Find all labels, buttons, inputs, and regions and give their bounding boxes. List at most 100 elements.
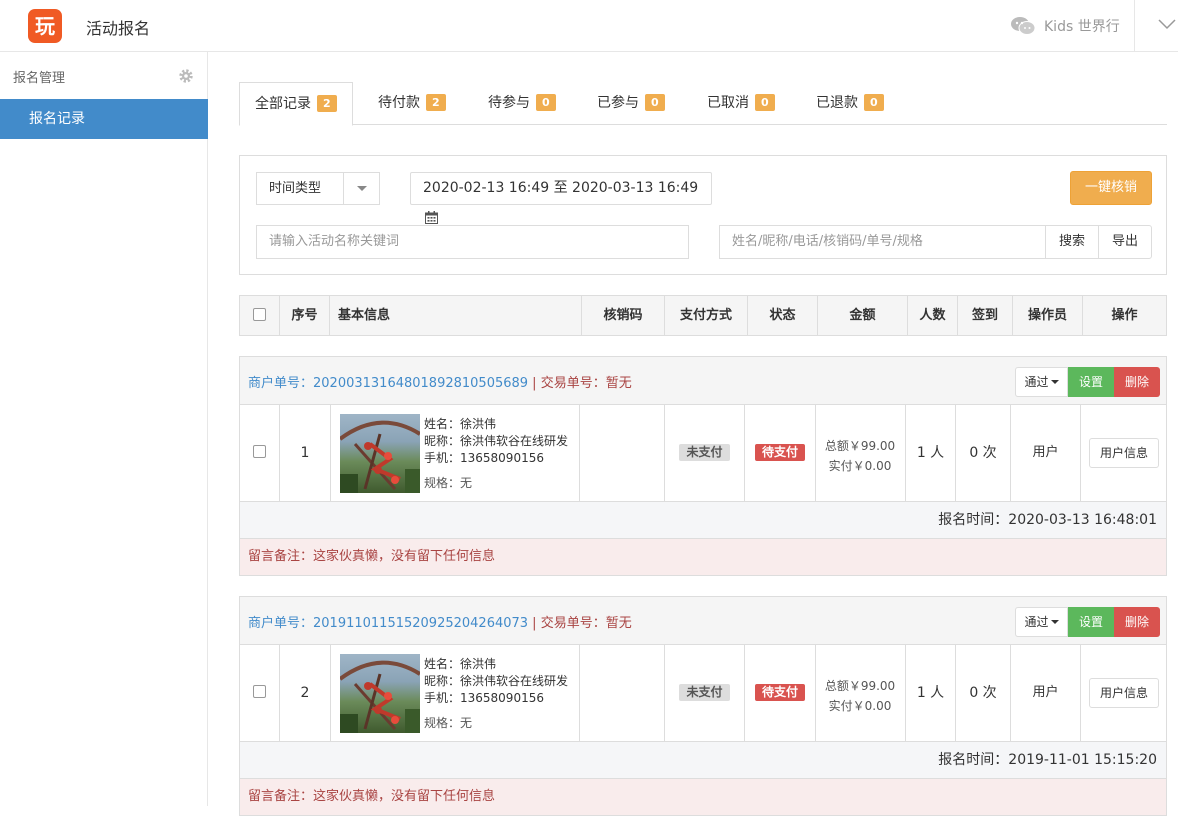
status-badge: 待支付: [754, 444, 805, 461]
search-button[interactable]: 搜索: [1045, 225, 1099, 259]
caret-down-icon: [1050, 620, 1059, 624]
delete-button[interactable]: 删除: [1114, 367, 1160, 397]
order-actions: 通过 设置 删除: [1015, 607, 1160, 637]
sidebar: 报名管理 报名记录: [0, 52, 208, 806]
operator: 用户: [1011, 645, 1081, 741]
people-count: 1 人: [906, 645, 956, 741]
search-input[interactable]: 姓名/昵称/电话/核销码/单号/规格: [719, 225, 1046, 259]
gear-icon[interactable]: [178, 68, 194, 84]
order-card: 商户单号：20191101151520925204264073 | 交易单号：暂…: [239, 596, 1167, 816]
paid-amount: 实付￥0.00: [828, 699, 892, 713]
top-bar: 玩 活动报名 Kids 世界行: [0, 0, 1178, 52]
wechat-icon: [1010, 16, 1036, 36]
participant-phone: 手机：13658090156: [424, 451, 544, 465]
main-content: 全部记录 2 待付款 2 待参与 0 已参与 0 已取消 0 已退款 0 时间类型 2020…: [239, 82, 1167, 816]
select-all-cell: [240, 296, 280, 335]
chevron-down-icon[interactable]: [1158, 18, 1176, 30]
app-logo: 玩: [28, 9, 62, 43]
total-amount: 总额￥99.00: [824, 439, 896, 453]
approve-dropdown-button[interactable]: 通过: [1015, 607, 1068, 637]
participant-spec: 规格：无: [424, 716, 473, 730]
participant-spec: 规格：无: [424, 476, 473, 490]
signup-time: 报名时间：2020-03-13 16:48:01: [240, 502, 1166, 539]
status-badge: 待支付: [754, 684, 805, 701]
header-divider: [1134, 0, 1135, 52]
signup-time: 报名时间：2019-11-01 15:15:20: [240, 742, 1166, 779]
count-badge: 0: [536, 94, 556, 111]
sidebar-item-records[interactable]: 报名记录: [0, 99, 208, 139]
sidebar-section-title: 报名管理: [13, 71, 66, 86]
table-row: 2 姓名：徐洪伟 昵称：徐洪伟软谷在线研发 手机：13658090156 规格：…: [240, 645, 1166, 742]
col-basic-info: 基本信息: [330, 296, 582, 335]
signin-count: 0 次: [956, 405, 1011, 501]
trade-order-no: 交易单号：暂无: [540, 376, 632, 391]
payment-badge: 未支付: [679, 444, 730, 461]
approve-dropdown-button[interactable]: 通过: [1015, 367, 1068, 397]
basic-info-cell: 姓名：徐洪伟 昵称：徐洪伟软谷在线研发 手机：13658090156 规格：无: [240, 405, 580, 501]
user-name: Kids 世界行: [1044, 19, 1120, 35]
order-header: 商户单号：20200313164801892810505689 | 交易单号：暂…: [240, 357, 1166, 405]
app-title: 活动报名: [86, 19, 151, 38]
caret-down-icon: [357, 186, 367, 191]
filter-panel: 时间类型 2020-02-13 16:49 至 2020-03-13 16:49…: [239, 155, 1167, 275]
caret-down-icon: [1050, 380, 1059, 384]
time-type-select[interactable]: 时间类型: [256, 172, 380, 205]
activity-thumbnail: [340, 654, 420, 733]
basic-info-cell: 姓名：徐洪伟 昵称：徐洪伟软谷在线研发 手机：13658090156 规格：无: [240, 645, 580, 741]
table-header: 序号 基本信息 核销码 支付方式 状态 金额 人数 签到 操作员 操作: [239, 295, 1167, 336]
order-actions: 通过 设置 删除: [1015, 367, 1160, 397]
merchant-order-no: 商户单号：20200313164801892810505689: [248, 376, 529, 391]
merchant-order-no: 商户单号：20191101151520925204264073: [248, 616, 529, 631]
tab-refunded[interactable]: 已退款 0: [816, 82, 884, 125]
tab-pending-participation[interactable]: 待参与 0: [488, 82, 556, 125]
activity-keyword-input[interactable]: 请输入活动名称关键词: [256, 225, 689, 259]
activity-thumbnail: [340, 414, 420, 493]
settings-button[interactable]: 设置: [1068, 367, 1114, 397]
col-status: 状态: [748, 296, 818, 335]
participant-nickname: 昵称：徐洪伟软谷在线研发: [424, 674, 569, 688]
signin-count: 0 次: [956, 645, 1011, 741]
user-menu[interactable]: Kids 世界行: [1010, 14, 1120, 38]
order-card: 商户单号：20200313164801892810505689 | 交易单号：暂…: [239, 356, 1167, 576]
participant-nickname: 昵称：徐洪伟软谷在线研发: [424, 434, 569, 448]
user-info-button[interactable]: 用户信息: [1089, 438, 1159, 468]
export-button[interactable]: 导出: [1098, 225, 1152, 259]
col-operator: 操作员: [1013, 296, 1083, 335]
settings-button[interactable]: 设置: [1068, 607, 1114, 637]
tab-all[interactable]: 全部记录 2: [239, 82, 353, 126]
tab-cancelled[interactable]: 已取消 0: [707, 82, 775, 125]
select-all-checkbox[interactable]: [253, 308, 266, 321]
col-people: 人数: [908, 296, 958, 335]
tab-participated[interactable]: 已参与 0: [597, 82, 665, 125]
dropdown-toggle[interactable]: [343, 173, 379, 204]
participant-name: 姓名：徐洪伟: [424, 417, 497, 431]
participant-name: 姓名：徐洪伟: [424, 657, 497, 671]
count-badge: 0: [755, 94, 775, 111]
paid-amount: 实付￥0.00: [828, 459, 892, 473]
col-verify-code: 核销码: [582, 296, 665, 335]
people-count: 1 人: [906, 405, 956, 501]
count-badge: 2: [426, 94, 446, 111]
user-info-button[interactable]: 用户信息: [1089, 678, 1159, 708]
col-signin: 签到: [958, 296, 1013, 335]
order-remark: 留言备注：这家伙真懒，没有留下任何信息: [240, 779, 1166, 815]
count-badge: 2: [317, 95, 337, 112]
count-badge: 0: [864, 94, 884, 111]
verify-all-button[interactable]: 一键核销: [1070, 171, 1152, 205]
delete-button[interactable]: 删除: [1114, 607, 1160, 637]
status-tabs: 全部记录 2 待付款 2 待参与 0 已参与 0 已取消 0 已退款 0: [239, 82, 1167, 126]
participant-phone: 手机：13658090156: [424, 691, 544, 705]
payment-badge: 未支付: [679, 684, 730, 701]
col-amount: 金额: [818, 296, 908, 335]
order-header: 商户单号：20191101151520925204264073 | 交易单号：暂…: [240, 597, 1166, 645]
operator: 用户: [1011, 405, 1081, 501]
date-range-picker[interactable]: 2020-02-13 16:49 至 2020-03-13 16:49: [410, 172, 712, 224]
trade-order-no: 交易单号：暂无: [540, 616, 632, 631]
tab-pending-payment[interactable]: 待付款 2: [378, 82, 446, 125]
total-amount: 总额￥99.00: [824, 679, 896, 693]
verify-code-cell: [580, 405, 665, 501]
count-badge: 0: [645, 94, 665, 111]
table-row: 1 姓名：徐洪伟 昵称：徐洪伟软谷在线研发 手机：13658090156 规格：…: [240, 405, 1166, 502]
search-group: 姓名/昵称/电话/核销码/单号/规格 搜索 导出: [719, 225, 1152, 259]
col-index: 序号: [280, 296, 330, 335]
